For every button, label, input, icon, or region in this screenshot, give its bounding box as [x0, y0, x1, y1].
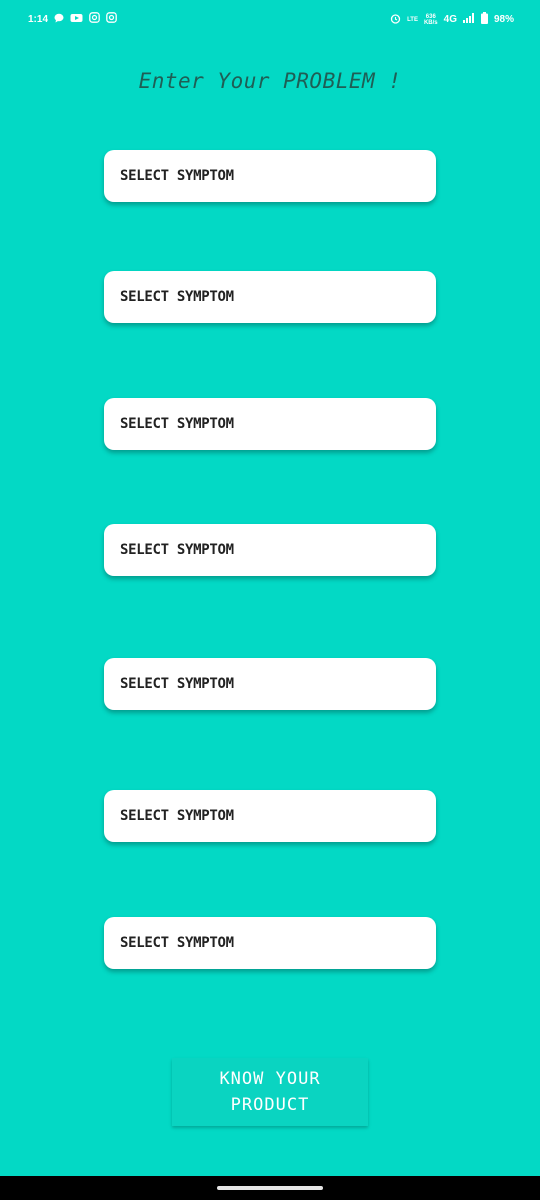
know-your-product-button[interactable]: KNOW YOUR PRODUCT: [172, 1058, 368, 1126]
symptom-select-label: SELECT SYMPTOM: [120, 676, 234, 692]
notification-icons: [54, 12, 117, 26]
status-time: 1:14: [28, 14, 49, 25]
alarm-icon: [390, 13, 401, 27]
symptom-select-3[interactable]: SELECT SYMPTOM: [104, 398, 436, 450]
data-rate: 636 KB/s: [424, 14, 438, 26]
symptom-select-label: SELECT SYMPTOM: [120, 289, 234, 305]
page-title: Enter Your PROBLEM !: [138, 69, 402, 93]
battery-percent: 98%: [493, 14, 514, 25]
symptom-select-5[interactable]: SELECT SYMPTOM: [104, 658, 436, 710]
system-icons: LTE 636 KB/s 4G 98%: [390, 12, 514, 27]
status-bar: 1:14 LTE 636 KB/s 4G 98%: [0, 0, 540, 40]
instagram-icon: [89, 12, 100, 26]
symptom-select-label: SELECT SYMPTOM: [120, 168, 234, 184]
symptom-select-4[interactable]: SELECT SYMPTOM: [104, 524, 436, 576]
volte-indicator: LTE: [407, 17, 418, 23]
symptom-select-6[interactable]: SELECT SYMPTOM: [104, 790, 436, 842]
signal-icon: [462, 13, 475, 26]
symptom-select-label: SELECT SYMPTOM: [120, 416, 234, 432]
navigation-bar: [0, 1176, 540, 1200]
symptom-select-label: SELECT SYMPTOM: [120, 935, 234, 951]
chat-icon: [54, 13, 64, 26]
instagram-icon: [106, 12, 117, 26]
network-type: 4G: [443, 14, 457, 25]
symptom-select-1[interactable]: SELECT SYMPTOM: [104, 150, 436, 202]
symptom-select-7[interactable]: SELECT SYMPTOM: [104, 917, 436, 969]
battery-icon: [480, 12, 488, 27]
know-your-product-label: KNOW YOUR PRODUCT: [219, 1069, 321, 1115]
symptom-select-label: SELECT SYMPTOM: [120, 542, 234, 558]
symptom-select-2[interactable]: SELECT SYMPTOM: [104, 271, 436, 323]
volte-label: LTE: [407, 16, 418, 23]
home-indicator[interactable]: [217, 1186, 323, 1190]
data-rate-unit: KB/s: [423, 19, 438, 26]
youtube-icon: [70, 13, 83, 26]
symptom-select-label: SELECT SYMPTOM: [120, 808, 234, 824]
